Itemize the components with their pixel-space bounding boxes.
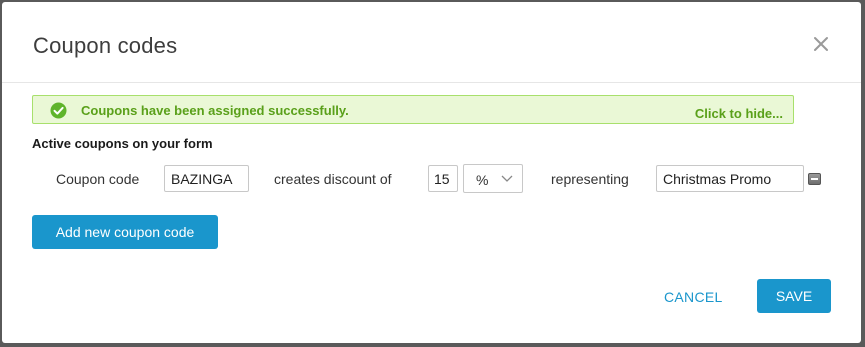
dialog-title: Coupon codes — [33, 33, 178, 58]
close-button[interactable] — [810, 33, 832, 55]
success-alert: Coupons have been assigned successfully.… — [32, 95, 794, 124]
discount-label: creates discount of — [274, 171, 392, 187]
remove-coupon-button[interactable] — [808, 173, 821, 185]
hide-alert-link[interactable]: Click to hide... — [695, 106, 783, 121]
section-title: Active coupons on your form — [32, 136, 213, 151]
coupon-codes-dialog: Coupon codes Coupons have been assigned … — [2, 2, 861, 343]
coupon-code-input[interactable] — [164, 165, 249, 192]
alert-message: Coupons have been assigned successfully. — [81, 103, 349, 118]
check-circle-icon — [50, 102, 67, 119]
header-divider — [2, 82, 861, 83]
coupon-code-label: Coupon code — [56, 171, 140, 187]
close-icon — [814, 37, 828, 51]
representing-label: representing — [551, 171, 629, 187]
cancel-button[interactable]: CANCEL — [664, 289, 723, 305]
coupon-name-input[interactable] — [656, 165, 804, 192]
discount-unit-value: % — [476, 172, 489, 188]
discount-unit-select[interactable]: % — [463, 164, 523, 193]
save-button[interactable]: SAVE — [757, 279, 831, 313]
chevron-down-icon — [501, 175, 513, 182]
add-coupon-button[interactable]: Add new coupon code — [32, 215, 218, 249]
discount-amount-input[interactable] — [428, 165, 458, 192]
